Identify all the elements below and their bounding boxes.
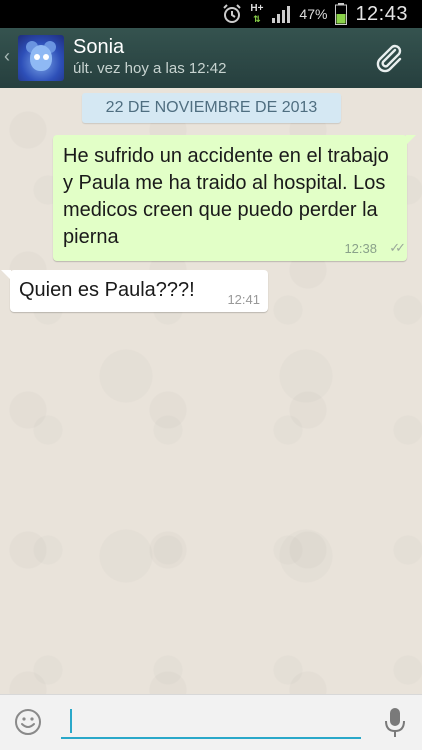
message-time: 12:41 bbox=[227, 292, 260, 307]
battery-icon bbox=[335, 3, 348, 25]
message-text: He sufrido un accidente en el trabajo y … bbox=[63, 145, 389, 248]
status-bar: H+ ⇅ 47% 12:43 bbox=[0, 0, 422, 28]
message-time: 12:38 bbox=[344, 241, 377, 256]
message-text: Quien es Paula???! bbox=[19, 279, 195, 301]
double-check-icon: ✓✓ bbox=[389, 240, 406, 255]
signal-icon bbox=[272, 6, 291, 23]
alarm-icon bbox=[223, 4, 242, 23]
chat-area[interactable]: 22 DE NOVIEMBRE DE 2013 He sufrido un ac… bbox=[0, 88, 422, 694]
avatar[interactable] bbox=[18, 35, 64, 81]
contact-name[interactable]: Sonia bbox=[73, 36, 124, 59]
message-outgoing[interactable]: He sufrido un accidente en el trabajo y … bbox=[53, 135, 416, 261]
date-separator: 22 DE NOVIEMBRE DE 2013 bbox=[82, 93, 341, 123]
microphone-icon[interactable] bbox=[384, 707, 406, 739]
message-incoming[interactable]: Quien es Paula???! 12:41 bbox=[1, 270, 268, 312]
smiley-icon[interactable] bbox=[14, 708, 42, 736]
back-chevron-icon[interactable]: ‹ bbox=[4, 46, 16, 70]
battery-percent: 47% bbox=[299, 6, 328, 22]
paperclip-icon[interactable] bbox=[372, 42, 406, 76]
avatar-eye-left bbox=[34, 54, 40, 60]
message-composer bbox=[0, 694, 422, 750]
avatar-eye-right bbox=[43, 54, 49, 60]
data-arrows-icon: ⇅ bbox=[253, 14, 261, 24]
network-indicator: H+ ⇅ bbox=[250, 3, 264, 25]
network-type: H+ bbox=[250, 3, 264, 14]
status-bar-right: H+ ⇅ 47% 12:43 bbox=[222, 0, 408, 28]
chat-header: ‹ Sonia últ. vez hoy a las 12:42 bbox=[0, 28, 422, 88]
message-input[interactable] bbox=[61, 705, 361, 739]
text-cursor bbox=[70, 709, 72, 733]
status-clock: 12:43 bbox=[355, 2, 408, 25]
last-seen-status: últ. vez hoy a las 12:42 bbox=[73, 60, 227, 77]
